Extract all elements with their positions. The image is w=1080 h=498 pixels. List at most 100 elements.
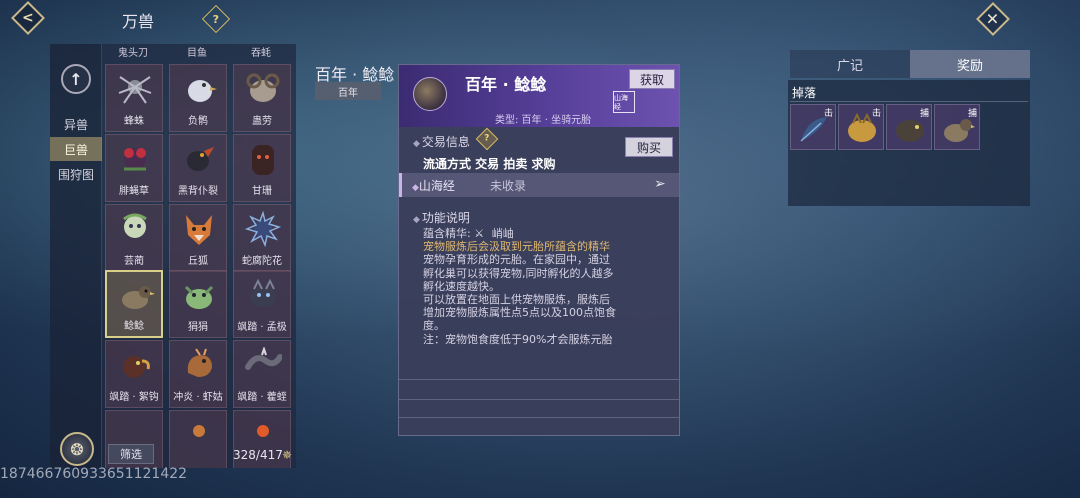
beast-cell[interactable]: 负鹘 — [169, 64, 227, 132]
get-button[interactable]: 获取 — [629, 69, 675, 89]
beast-cell[interactable]: 甘珊 — [233, 134, 291, 202]
drops-panel: 掉落 击 击 捕 捕 — [788, 80, 1030, 206]
partial-cell-label: 鬼头刀 — [118, 48, 148, 59]
cell-label: 丘狐 — [188, 256, 208, 267]
partial-cell-label: 目鱼 — [187, 48, 207, 59]
right-tabs: 广记 奖励 — [790, 50, 1030, 78]
partial-cell-label: 吞蚝 — [251, 48, 271, 59]
fairy-icon — [123, 213, 147, 238]
question-diamond-icon[interactable]: ? — [475, 127, 499, 151]
beast-cell[interactable]: 飒踏 · 絮钩 — [105, 340, 163, 408]
sidebar-item-weishoutu[interactable]: 围狩图 — [50, 162, 102, 186]
popup-header: 百年 · 鲶鲶 获取 山海经 类型: 百年 · 坐骑元胎 — [399, 65, 679, 127]
beast-grid: 鬼头刀 目鱼 吞蚝 蜂蛛 负鹘 蛊劳 腓蝇草 黑背仆裂 甘珊 芸蔺 丘狐 蛇腐陀… — [102, 44, 296, 468]
drop-tag: 击 — [871, 109, 881, 119]
leech-icon — [245, 347, 282, 370]
beast-cell[interactable]: 狷狷 — [169, 270, 227, 338]
paper-plane-icon[interactable]: ➢ — [654, 176, 666, 192]
desc-line: 孵化速度越快。 — [423, 279, 500, 293]
drop-item[interactable]: 击 — [838, 104, 884, 150]
category-sidebar: ↑ 异兽 巨兽 围狩图 ❂ — [50, 44, 102, 468]
essence-prefix: 蕴含精华: — [423, 227, 471, 240]
gear-star-icon: ✵ — [282, 448, 293, 462]
arrow-up-icon[interactable]: ↑ — [61, 64, 91, 94]
dragon-icon: ⚔ — [474, 227, 485, 240]
beast-cell[interactable]: 蛇腐陀花 — [233, 204, 291, 272]
drop-tag: 捕 — [967, 109, 977, 119]
cell-label: 鲶鲶 — [124, 321, 144, 332]
fox-icon — [186, 215, 212, 245]
cell-label: 冲炎 · 虾姑 — [173, 392, 223, 403]
filter-button[interactable]: 筛选 — [108, 444, 154, 464]
leopard-icon — [250, 278, 276, 307]
top-bar: < 万兽 ? ✕ — [0, 0, 1080, 40]
detail-badge: 百年 — [315, 82, 381, 100]
item-detail-popup: 百年 · 鲶鲶 获取 山海经 类型: 百年 · 坐骑元胎 ◆ 交易信息 ? 购买 … — [398, 64, 680, 436]
tab-rewards[interactable]: 奖励 — [910, 50, 1030, 78]
popup-title: 百年 · 鲶鲶 — [465, 75, 547, 94]
beast-partial-icon — [193, 425, 205, 437]
desc-line: 度。 — [423, 319, 445, 333]
shanhaijing-status: 未收录 — [490, 179, 527, 193]
beast-cell[interactable] — [169, 410, 227, 468]
cell-label: 甘珊 — [252, 186, 272, 197]
cell-label: 飒踏 · 藿蛭 — [237, 392, 287, 403]
sidebar-item-yishou[interactable]: 异兽 — [50, 112, 102, 136]
beast-cell[interactable]: 冲炎 · 虾姑 — [169, 340, 227, 408]
trade-info-section: ◆ 交易信息 ? 购买 流通方式 交易 拍卖 求购 — [399, 127, 679, 173]
dark-beast-icon — [252, 145, 274, 175]
function-description: 蕴含精华: ⚔ 峭岫 宠物服炼后会汲取到元胎所蕴含的精华 宠物孕育形成的元胎。在… — [423, 227, 673, 346]
cell-label: 芸蔺 — [124, 256, 144, 267]
close-button[interactable]: ✕ — [976, 2, 1010, 36]
tab-guangji[interactable]: 广记 — [790, 50, 910, 78]
drop-item[interactable]: 捕 — [886, 104, 932, 150]
trade-info-label: ◆ 交易信息 — [413, 135, 470, 149]
desc-line: 注：宠物饱食度低于90%才会服炼元胎 — [423, 332, 613, 346]
white-bird-icon — [188, 80, 217, 102]
cell-label: 狷狷 — [188, 322, 208, 333]
desc-line: 可以放置在地面上供宠物服炼，服炼后 — [423, 293, 610, 307]
drop-tag: 击 — [823, 109, 833, 119]
spiky-flower-icon — [244, 211, 282, 247]
cell-label: 蜂蛛 — [124, 116, 144, 127]
beast-cell[interactable]: 丘狐 — [169, 204, 227, 272]
desc-line: 孵化巢可以获得宠物,同时孵化的人越多 — [423, 266, 614, 280]
shanhaijing-label: ◆山海经 — [412, 179, 455, 193]
beast-cell[interactable]: 飒踏 · 藿蛭 — [233, 340, 291, 408]
beast-cell-selected[interactable]: 鲶鲶 — [105, 270, 163, 338]
green-beast-icon — [184, 285, 214, 309]
back-button[interactable]: < — [8, 1, 48, 35]
cell-label: 飒踏 · 絮钩 — [109, 392, 159, 403]
desc-line: 宠物孕育形成的元胎。在家园中，通过 — [423, 253, 610, 267]
drops-label: 掉落 — [790, 84, 1028, 102]
beast-cell[interactable]: 飒踏 · 孟极 — [233, 270, 291, 338]
chevron-left-icon: < — [22, 9, 34, 26]
trade-methods: 流通方式 交易 拍卖 求购 — [423, 157, 556, 171]
drop-item[interactable]: 捕 — [934, 104, 980, 150]
beast-cell[interactable]: 黑背仆裂 — [169, 134, 227, 202]
item-portrait-icon — [413, 77, 447, 111]
shanhaijing-seal-icon: 山海经 — [613, 91, 635, 113]
beast-cell[interactable]: 蛊劳 — [233, 64, 291, 132]
drop-tag: 捕 — [919, 109, 929, 119]
ram-icon — [246, 73, 280, 102]
popup-divider-lines — [399, 379, 679, 437]
drop-item[interactable]: 击 — [790, 104, 836, 150]
cell-label: 腓蝇草 — [119, 186, 149, 197]
beast-cell[interactable]: 腓蝇草 — [105, 134, 163, 202]
shanhaijing-row[interactable]: ◆山海经 未收录 ➢ — [399, 173, 679, 197]
grid-partial-row: 鬼头刀 目鱼 吞蚝 — [102, 44, 296, 59]
buy-button[interactable]: 购买 — [625, 137, 673, 157]
cell-label: 黑背仆裂 — [178, 186, 218, 197]
question-diamond-icon[interactable]: ? — [201, 4, 231, 34]
black-bird-icon — [187, 147, 214, 171]
beast-cell[interactable]: 蜂蛛 — [105, 64, 163, 132]
page-title: 万兽 — [122, 12, 155, 31]
plant-creature-icon — [124, 148, 146, 171]
sidebar-item-jushou[interactable]: 巨兽 — [50, 137, 102, 161]
cell-label: 负鹘 — [188, 116, 208, 127]
beast-portrait-icon[interactable]: ❂ — [60, 432, 94, 466]
beast-cell[interactable]: 芸蔺 — [105, 204, 163, 272]
essence-link[interactable]: 峭岫 — [492, 227, 514, 240]
function-label: ◆ 功能说明 — [413, 211, 470, 225]
